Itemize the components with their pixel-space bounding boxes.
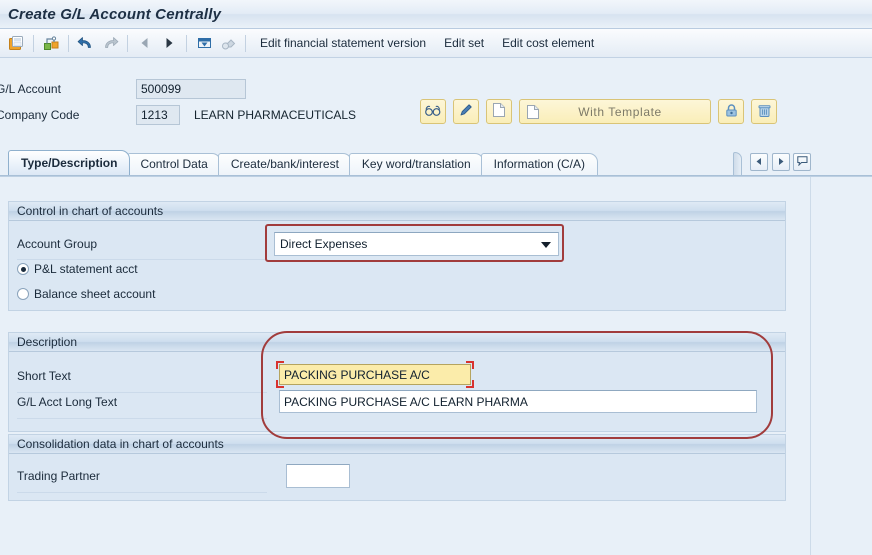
toolbar-separator: [245, 34, 246, 52]
description-group-title: Description: [9, 333, 785, 352]
field-rule: [17, 392, 267, 393]
radio-balance-sheet-account[interactable]: Balance sheet account: [17, 287, 155, 301]
tab-scroll-right-button[interactable]: [772, 153, 790, 171]
chevron-left-icon: [755, 155, 763, 169]
short-text-value: PACKING PURCHASE A/C: [284, 367, 430, 382]
tab-list-button[interactable]: [793, 153, 811, 171]
create-button[interactable]: [486, 99, 512, 124]
save-icon[interactable]: [5, 32, 27, 54]
account-group-value: Direct Expenses: [280, 237, 368, 251]
tab-control-data[interactable]: Control Data: [127, 153, 221, 175]
trash-icon: [757, 103, 772, 121]
focus-corner-marker: [276, 361, 284, 369]
with-template-button[interactable]: With Template: [519, 99, 711, 124]
glasses-icon: [424, 104, 442, 120]
tab-create-bank-interest[interactable]: Create/bank/interest: [217, 153, 352, 175]
pencil-icon: [458, 102, 474, 121]
delete-button[interactable]: [751, 99, 777, 124]
chevron-down-icon: [541, 242, 551, 248]
tab-content-panel: Control in chart of accounts Account Gro…: [0, 177, 872, 555]
company-name-text: LEARN PHARMACEUTICALS: [194, 108, 357, 122]
trading-partner-input[interactable]: [286, 464, 350, 488]
toolbar-separator: [127, 34, 128, 52]
find-icon[interactable]: [217, 32, 239, 54]
focus-corner-marker: [276, 380, 284, 388]
radio-pl-statement-acct-label: P&L statement acct: [34, 262, 138, 276]
gl-account-input[interactable]: 500099: [136, 79, 246, 99]
short-text-label: Short Text: [17, 369, 71, 383]
previous-icon[interactable]: [134, 32, 156, 54]
page-icon: [492, 102, 506, 121]
field-rule: [17, 259, 267, 260]
gl-account-row: G/L Account 500099: [0, 79, 246, 99]
description-group: Description Short Text PACKING PURCHASE …: [8, 332, 786, 432]
radio-pl-statement-acct[interactable]: P&L statement acct: [17, 262, 138, 276]
edit-cost-element-button[interactable]: Edit cost element: [493, 32, 603, 54]
radio-balance-sheet-account-label: Balance sheet account: [34, 287, 156, 301]
short-text-input[interactable]: PACKING PURCHASE A/C: [276, 361, 474, 388]
control-in-chart-of-accounts-group: Control in chart of accounts Account Gro…: [8, 201, 786, 311]
field-rule: [17, 492, 267, 493]
window-title-bar: Create G/L Account Centrally: [0, 0, 872, 29]
toolbar-separator: [186, 34, 187, 52]
page-title: Create G/L Account Centrally: [8, 5, 222, 23]
page-icon: [526, 104, 540, 120]
toolbar-separator: [33, 34, 34, 52]
chevron-right-icon: [777, 155, 785, 169]
application-toolbar: Edit financial statement version Edit se…: [0, 29, 872, 58]
focus-corner-marker: [466, 361, 474, 369]
toolbar-separator: [68, 34, 69, 52]
edit-set-button[interactable]: Edit set: [435, 32, 493, 54]
block-button[interactable]: [718, 99, 744, 124]
edit-financial-statement-version-button[interactable]: Edit financial statement version: [251, 32, 435, 54]
header-action-buttons: With Template: [420, 99, 784, 124]
radio-selected-icon: [17, 263, 29, 275]
panel-divider: [810, 177, 811, 555]
with-template-label: With Template: [578, 104, 662, 119]
gl-acct-long-text-input[interactable]: PACKING PURCHASE A/C LEARN PHARMA: [279, 390, 757, 413]
focus-corner-marker: [466, 380, 474, 388]
account-group-dropdown[interactable]: Direct Expenses: [274, 232, 559, 256]
account-group-label: Account Group: [17, 237, 98, 251]
company-code-input[interactable]: 1213: [136, 105, 180, 125]
lock-icon: [724, 103, 739, 121]
tab-list: Type/Description Control Data Create/ban…: [8, 150, 598, 175]
tab-strip-edge: [733, 152, 742, 175]
gl-account-label: G/L Account: [0, 82, 61, 96]
change-button[interactable]: [453, 99, 479, 124]
company-code-row: Company Code 1213 LEARN PHARMACEUTICALS: [0, 105, 356, 125]
display-button[interactable]: [420, 99, 446, 124]
trading-partner-label: Trading Partner: [17, 469, 100, 483]
field-rule: [17, 418, 267, 419]
consolidation-data-group: Consolidation data in chart of accounts …: [8, 434, 786, 501]
header-fields-area: G/L Account 500099 Company Code 1213 LEA…: [0, 58, 872, 146]
next-icon[interactable]: [158, 32, 180, 54]
consolidation-group-title: Consolidation data in chart of accounts: [9, 435, 785, 454]
undo-icon[interactable]: [75, 32, 97, 54]
tab-scroll-left-button[interactable]: [750, 153, 768, 171]
company-code-label: Company Code: [0, 108, 80, 122]
gl-acct-long-text-label: G/L Acct Long Text: [17, 395, 118, 409]
print-icon[interactable]: [193, 32, 215, 54]
tab-strip: Type/Description Control Data Create/ban…: [0, 150, 872, 176]
control-group-title: Control in chart of accounts: [9, 202, 785, 221]
tab-list-icon: [796, 155, 808, 169]
redo-icon[interactable]: [99, 32, 121, 54]
radio-unselected-icon: [17, 288, 29, 300]
check-entries-icon[interactable]: [40, 32, 62, 54]
tab-information-ca[interactable]: Information (C/A): [480, 153, 598, 175]
tab-type-description[interactable]: Type/Description: [8, 150, 131, 175]
tab-key-word-translation[interactable]: Key word/translation: [348, 153, 484, 175]
